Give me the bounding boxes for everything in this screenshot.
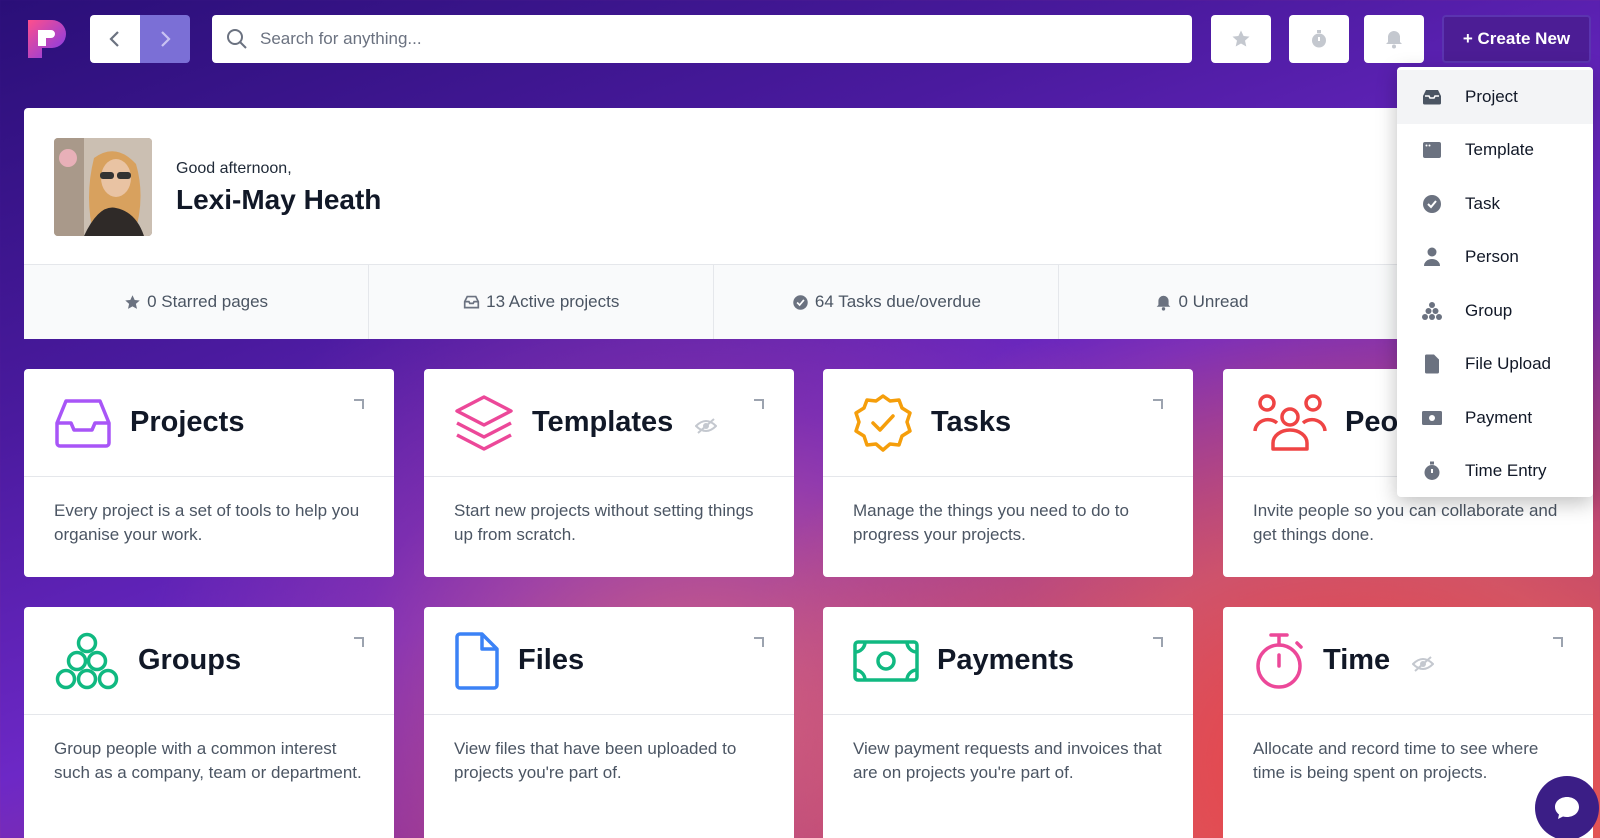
tile-title: Groups	[138, 644, 242, 676]
create-new-dropdown: Project Template Task Person Group File …	[1397, 67, 1593, 497]
tile-groups[interactable]: Groups Group people with a common intere…	[24, 607, 394, 838]
welcome-card: Good afternoon, Lexi-May Heath 0 Starred…	[24, 108, 1416, 339]
tile-description: Manage the things you need to do to prog…	[853, 501, 1129, 544]
chat-bubble-icon	[1555, 797, 1579, 819]
tile-description: Every project is a set of tools to help …	[54, 501, 360, 544]
tile-title: Payments	[937, 644, 1075, 676]
menu-item-file-upload[interactable]: File Upload	[1397, 338, 1593, 392]
file-icon	[1421, 353, 1443, 375]
menu-item-label: Payment	[1465, 407, 1533, 427]
inbox-icon	[1421, 86, 1443, 108]
eye-off-icon	[695, 417, 718, 434]
chat-launcher-button[interactable]	[1535, 776, 1599, 838]
person-icon	[1421, 246, 1443, 268]
tile-title: Peo	[1345, 406, 1399, 438]
search-bar[interactable]	[212, 15, 1192, 63]
stat-label: 0 Unread	[1178, 292, 1249, 311]
circles-icon	[55, 632, 119, 689]
stat-label: 13 Active projects	[486, 292, 620, 311]
stat-starred[interactable]: 0 Starred pages	[24, 265, 370, 339]
stat-tasks[interactable]: 64 Tasks due/overdue	[714, 265, 1060, 339]
expand-corner-icon[interactable]	[754, 399, 764, 409]
expand-corner-icon[interactable]	[1153, 399, 1163, 409]
stats-bar: 0 Starred pages 13 Active projects 64 Ta…	[24, 264, 1416, 339]
menu-item-group[interactable]: Group	[1397, 284, 1593, 338]
star-icon	[1232, 30, 1250, 47]
tile-description: Start new projects without setting thing…	[454, 501, 754, 544]
forward-button[interactable]	[140, 15, 190, 63]
expand-corner-icon[interactable]	[354, 399, 364, 409]
menu-item-label: Project	[1465, 86, 1518, 106]
menu-item-project[interactable]: Project	[1397, 70, 1593, 124]
check-badge-icon	[854, 393, 912, 452]
stat-projects[interactable]: 13 Active projects	[369, 265, 715, 339]
search-icon	[227, 29, 247, 49]
tile-title: Tasks	[931, 406, 1012, 438]
people-icon	[1253, 393, 1327, 451]
chevron-right-icon	[161, 31, 171, 47]
timer-button[interactable]	[1289, 15, 1349, 63]
layers-icon	[455, 394, 513, 451]
menu-item-time-entry[interactable]: Time Entry	[1397, 445, 1593, 499]
tile-payments[interactable]: Payments View payment requests and invoi…	[823, 607, 1193, 838]
tile-title: Templates	[532, 406, 674, 438]
eye-off-icon	[1412, 655, 1435, 672]
tile-title: Projects	[130, 406, 245, 438]
menu-item-label: Group	[1465, 300, 1513, 320]
stopwatch-icon	[1312, 30, 1326, 48]
tile-templates[interactable]: Templates Start new projects without set…	[424, 369, 794, 577]
tile-tasks[interactable]: Tasks Manage the things you need to do t…	[823, 369, 1193, 577]
stopwatch-icon	[1421, 460, 1443, 482]
greeting-text: Good afternoon,	[176, 160, 292, 177]
menu-item-label: Person	[1465, 247, 1519, 267]
starred-button[interactable]	[1211, 15, 1271, 63]
menu-item-task[interactable]: Task	[1397, 177, 1593, 231]
stat-unread[interactable]: 0 Unread	[1059, 265, 1416, 339]
search-input[interactable]	[260, 29, 1160, 49]
stat-label: 0 Starred pages	[147, 292, 269, 311]
back-button[interactable]	[90, 15, 140, 63]
tile-title: Files	[518, 644, 585, 676]
menu-item-label: Task	[1465, 193, 1500, 213]
expand-corner-icon[interactable]	[1553, 637, 1563, 647]
create-new-button[interactable]: + Create New	[1442, 15, 1591, 63]
tile-title: Time	[1323, 644, 1391, 676]
stopwatch-icon	[1256, 632, 1303, 689]
check-badge-icon	[793, 294, 808, 310]
circles-icon	[1421, 300, 1443, 322]
tile-description: View payment requests and invoices that …	[853, 739, 1162, 782]
window-icon	[1421, 139, 1443, 161]
tile-description: Group people with a common interest such…	[54, 739, 362, 782]
expand-corner-icon[interactable]	[1153, 637, 1163, 647]
menu-item-payment[interactable]: Payment	[1397, 391, 1593, 445]
expand-corner-icon[interactable]	[754, 637, 764, 647]
chevron-left-icon	[109, 31, 119, 47]
stat-label: 64 Tasks due/overdue	[814, 292, 981, 311]
inbox-icon	[55, 398, 111, 448]
tile-projects[interactable]: Projects Every project is a set of tools…	[24, 369, 394, 577]
menu-item-label: Template	[1465, 140, 1534, 160]
menu-item-person[interactable]: Person	[1397, 231, 1593, 285]
tile-description: View files that have been uploaded to pr…	[454, 739, 737, 782]
avatar[interactable]	[54, 138, 152, 236]
bell-icon	[1386, 31, 1402, 49]
tile-files[interactable]: Files View files that have been uploaded…	[424, 607, 794, 838]
app-logo[interactable]	[24, 16, 70, 62]
star-icon	[125, 294, 140, 309]
notifications-button[interactable]	[1364, 15, 1424, 63]
menu-item-label: File Upload	[1465, 354, 1551, 374]
file-icon	[455, 631, 499, 690]
cash-icon	[853, 639, 919, 682]
inbox-icon	[463, 295, 480, 308]
check-badge-icon	[1421, 193, 1443, 215]
cash-icon	[1421, 407, 1443, 429]
expand-corner-icon[interactable]	[354, 637, 364, 647]
bell-icon	[1157, 295, 1171, 311]
menu-item-template[interactable]: Template	[1397, 124, 1593, 178]
menu-item-label: Time Entry	[1465, 461, 1547, 481]
user-name: Lexi-May Heath	[176, 184, 382, 215]
